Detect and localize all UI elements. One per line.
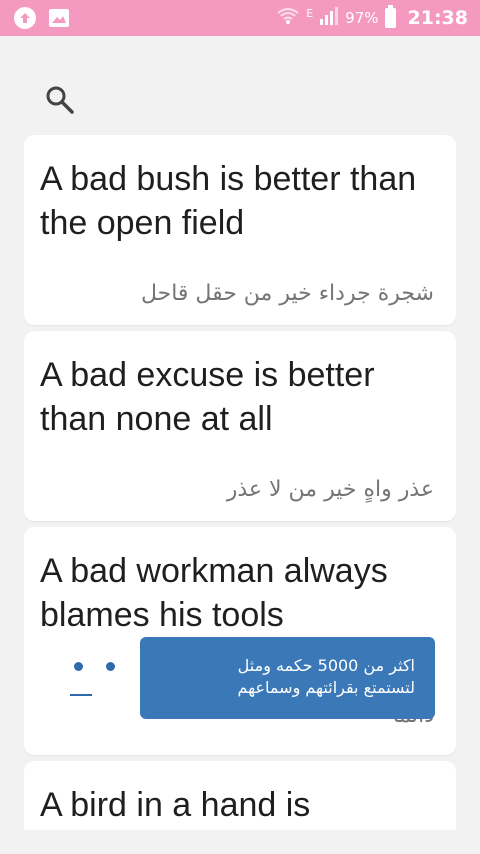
proverb-arabic: شجرة جرداء خير من حقل قاحل [140, 281, 434, 306]
proverb-card[interactable]: A bad excuse is better than none at all … [24, 331, 456, 521]
proverb-arabic: عذر واهٍ خير من لا عذر [226, 477, 434, 502]
toast-line-1: اكثر من 5000 حكمه ومثل [237, 656, 415, 675]
battery-icon [384, 5, 396, 28]
promo-toast[interactable]: اكثر من 5000 حكمه ومثل لتستمتع بقرائتهم … [140, 637, 435, 719]
upload-icon [14, 7, 36, 29]
proverb-card[interactable]: A bird in a hand is [24, 761, 456, 830]
status-bar: E 97% 21:38 [0, 0, 480, 36]
proverb-english: A bad excuse is better than none at all [40, 356, 375, 438]
clock: 21:38 [407, 7, 468, 29]
proverb-english: A bad bush is better than the open field [40, 160, 417, 242]
proverb-english: A bird in a hand is [40, 786, 311, 824]
proverb-card[interactable]: A bad bush is better than the open field… [24, 135, 456, 325]
signal-icon [319, 7, 339, 29]
proverb-list[interactable]: A bad bush is better than the open field… [24, 135, 456, 830]
wifi-icon [276, 7, 300, 29]
search-icon[interactable] [44, 84, 76, 116]
network-type-label: E [306, 6, 314, 20]
image-icon [48, 7, 70, 29]
battery-percent: 97% [345, 9, 379, 27]
loading-indicator [70, 656, 120, 706]
toast-line-2: لتستمتع بقرائتهم وسماعهم [237, 678, 415, 697]
proverb-english: A bad workman always blames his tools [40, 552, 388, 634]
